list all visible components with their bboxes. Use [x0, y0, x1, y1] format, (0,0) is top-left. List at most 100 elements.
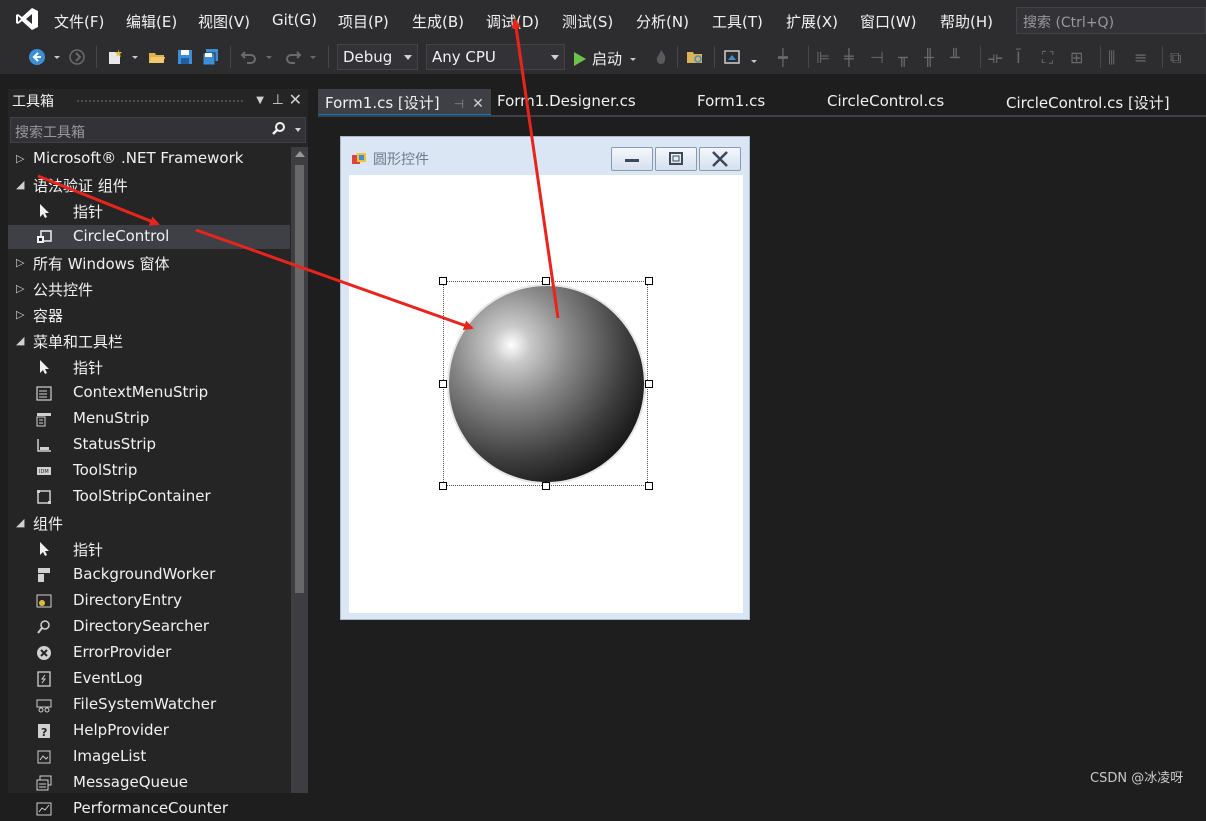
toolbox-item-messagequeue[interactable]: MessageQueue	[8, 771, 290, 795]
size-to-grid-icon[interactable]: ⊞	[1070, 48, 1083, 67]
toolbox-item-circlecontrol[interactable]: CircleControl	[8, 225, 290, 249]
tab-circlecontrol-cs[interactable]: CircleControl.cs	[820, 89, 951, 116]
new-item-icon[interactable]	[106, 48, 124, 66]
toolbox-item-filesystemwatcher[interactable]: FileSystemWatcher	[8, 693, 290, 717]
find-in-files-icon[interactable]	[686, 48, 704, 66]
save-all-icon[interactable]	[202, 48, 220, 66]
toolbox-item-item[interactable]: 指针	[8, 537, 290, 561]
toolbox-item-contextmenustrip[interactable]: ContextMenuStrip	[8, 381, 290, 405]
menu-git[interactable]: Git(G)	[272, 11, 317, 29]
close-icon[interactable]: ✕	[472, 96, 484, 112]
solution-platform-select[interactable]: Any CPU	[426, 44, 565, 70]
collapse-arrow-icon[interactable]: ◢	[16, 516, 24, 529]
toolbox-category-item[interactable]: ◢ 语法验证 组件	[8, 173, 290, 197]
back-icon[interactable]	[28, 48, 46, 66]
menu-debug[interactable]: 调试(D)	[486, 11, 539, 32]
toolbox-item-helpprovider[interactable]: ? HelpProvider	[8, 719, 290, 743]
forward-icon[interactable]	[68, 48, 86, 66]
toolbox-item-errorprovider[interactable]: ErrorProvider	[8, 641, 290, 665]
align-to-grid-icon[interactable]: ┿	[778, 48, 788, 67]
expand-arrow-icon[interactable]: ▷	[16, 308, 24, 321]
visual-studio-logo-icon[interactable]	[14, 6, 40, 32]
browser-link-icon[interactable]	[723, 48, 741, 66]
increase-spacing-icon[interactable]: ≡	[1134, 48, 1147, 67]
menu-edit[interactable]: 编辑(E)	[126, 11, 177, 32]
make-same-height-icon[interactable]: Ī	[1016, 48, 1021, 67]
maximize-button[interactable]	[655, 147, 697, 171]
pin-icon[interactable]: ⊥	[272, 92, 284, 108]
resize-handle-bottom[interactable]	[542, 482, 550, 490]
save-icon[interactable]	[176, 48, 194, 66]
menu-extensions[interactable]: 扩展(X)	[786, 11, 838, 32]
menu-project[interactable]: 项目(P)	[338, 11, 389, 32]
toolbox-item-imagelist[interactable]: ImageList	[8, 745, 290, 769]
toolbox-scrollbar[interactable]	[291, 147, 308, 793]
browser-link-dropdown-icon[interactable]	[749, 48, 759, 66]
toolbox-item-item[interactable]: 指针	[8, 199, 290, 223]
minimize-button[interactable]	[611, 147, 653, 171]
tab-circlecontrol-design[interactable]: CircleControl.cs [设计]	[999, 89, 1177, 116]
close-window-button[interactable]	[699, 147, 741, 171]
align-middles-icon[interactable]: ╫	[924, 48, 934, 67]
panel-options-icon[interactable]: ▼	[256, 95, 264, 106]
resize-handle-bottom-right[interactable]	[645, 482, 653, 490]
menu-window[interactable]: 窗口(W)	[860, 11, 917, 32]
close-icon[interactable]: ✕	[289, 90, 302, 109]
toolbox-category-windows[interactable]: ▷ 所有 Windows 窗体	[8, 251, 290, 275]
panel-grip[interactable]	[76, 99, 244, 104]
toolbox-search-input[interactable]: 搜索工具箱	[10, 117, 306, 143]
tab-form1-design[interactable]: Form1.cs [设计] ⊣ ✕	[318, 89, 491, 116]
toolbox-item-directorysearcher[interactable]: DirectorySearcher	[8, 615, 290, 639]
expand-arrow-icon[interactable]: ▷	[16, 152, 24, 165]
toolbox-item-item[interactable]: 指针	[8, 355, 290, 379]
toolbox-category-item[interactable]: ▷ 公共控件	[8, 277, 290, 301]
search-input[interactable]: 搜索 (Ctrl+Q)	[1016, 7, 1206, 34]
scrollbar-thumb[interactable]	[295, 165, 304, 593]
toolbox-item-menustrip[interactable]: MenuStrip	[8, 407, 290, 431]
search-options-dropdown-icon[interactable]	[295, 128, 301, 132]
undo-icon[interactable]	[240, 48, 258, 66]
menu-tools[interactable]: 工具(T)	[712, 11, 763, 32]
menu-analyze[interactable]: 分析(N)	[636, 11, 689, 32]
toolbox-item-directoryentry[interactable]: DirectoryEntry	[8, 589, 290, 613]
toolbox-item-toolstrip[interactable]: IDM ToolStrip	[8, 459, 290, 483]
redo-icon[interactable]	[284, 48, 302, 66]
toolbox-category-item[interactable]: ▷ 容器	[8, 303, 290, 327]
expand-arrow-icon[interactable]: ▷	[16, 256, 24, 269]
undo-dropdown-icon[interactable]	[264, 48, 274, 66]
toolbox-item-performancecounter[interactable]: PerformanceCounter	[8, 797, 290, 821]
align-tops-icon[interactable]: ╥	[898, 48, 908, 67]
search-icon[interactable]	[271, 121, 287, 137]
new-item-dropdown-icon[interactable]	[130, 48, 140, 66]
pin-icon[interactable]: ⊣	[454, 97, 464, 111]
horizontal-spacing-icon[interactable]: ⫼	[1108, 48, 1115, 68]
toolbox-category-item[interactable]: ◢ 组件	[8, 511, 290, 535]
resize-handle-right[interactable]	[645, 380, 653, 388]
tab-form1-designer-cs[interactable]: Form1.Designer.cs	[490, 89, 643, 116]
resize-handle-top-right[interactable]	[645, 277, 653, 285]
resize-handle-bottom-left[interactable]	[439, 482, 447, 490]
toolbox-item-eventlog[interactable]: EventLog	[8, 667, 290, 691]
open-folder-icon[interactable]	[148, 48, 166, 66]
toolbox-category-item[interactable]: ◢ 菜单和工具栏	[8, 329, 290, 353]
hot-reload-icon[interactable]	[652, 48, 670, 66]
toolbox-item-backgroundworker[interactable]: BackgroundWorker	[8, 563, 290, 587]
toolbox-item-toolstripcontainer[interactable]: ToolStripContainer	[8, 485, 290, 509]
collapse-arrow-icon[interactable]: ◢	[16, 178, 24, 191]
start-dropdown-icon[interactable]	[628, 54, 638, 64]
toolbox-item-statusstrip[interactable]: StatusStrip	[8, 433, 290, 457]
menu-test[interactable]: 测试(S)	[562, 11, 613, 32]
start-debug-button[interactable]: 启动	[574, 48, 638, 69]
menu-view[interactable]: 视图(V)	[198, 11, 250, 32]
solution-configuration-select[interactable]: Debug	[337, 44, 418, 70]
collapse-arrow-icon[interactable]: ◢	[16, 334, 24, 347]
redo-dropdown-icon[interactable]	[308, 48, 318, 66]
make-same-size-icon[interactable]: ⛶	[1042, 48, 1053, 68]
expand-arrow-icon[interactable]: ▷	[16, 282, 24, 295]
make-same-width-icon[interactable]: ⟛	[988, 48, 1003, 68]
resize-handle-left[interactable]	[439, 380, 447, 388]
menu-help[interactable]: 帮助(H)	[940, 11, 993, 32]
align-lefts-icon[interactable]: ⊫	[816, 48, 830, 67]
align-centers-icon[interactable]: ╪	[844, 48, 854, 67]
back-dropdown-icon[interactable]	[52, 48, 62, 66]
